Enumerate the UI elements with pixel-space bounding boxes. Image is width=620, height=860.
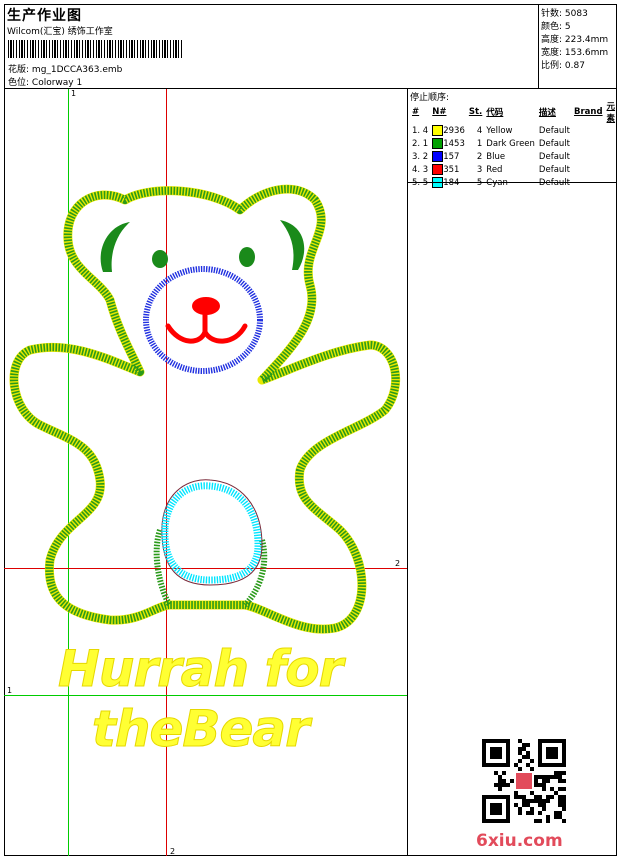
table-row: 3. 2 157 2 Blue Default: [410, 150, 617, 163]
color-swatch: [432, 125, 444, 136]
row-swatch: 351: [430, 163, 467, 176]
row-code: 2: [476, 151, 483, 162]
col-index: #: [412, 107, 420, 117]
right-ear-inner: [280, 220, 305, 270]
row-element: [572, 137, 605, 150]
row-swatch: 2936: [430, 124, 467, 137]
stop-sequence-panel: 停止顺序: # N# St. 代码 描述 Brand 元素 1. 4 2936 4 Y…: [407, 89, 617, 856]
stitch-count-cell: 1453: [443, 139, 465, 149]
row-brand: Default: [538, 151, 570, 162]
design-height: 高度: 223.4mm: [541, 35, 609, 45]
watermark: 6xiu.com: [476, 831, 563, 851]
design-width: 宽度: 153.6mm: [541, 48, 609, 58]
qr-code: [482, 739, 566, 823]
right-eye: [239, 247, 255, 267]
table-row: 2. 1 1453 1 Dark Green Default: [410, 137, 617, 150]
stop-sequence-table: # N# St. 代码 描述 Brand 元素 1. 4 2936 4 Yellow D…: [410, 100, 617, 189]
row-description: Yellow: [486, 125, 513, 136]
stitch-count: 针数: 5083: [541, 9, 588, 19]
left-eye: [152, 250, 168, 268]
row-brand: Default: [538, 164, 570, 175]
table-row: 1. 4 2936 4 Yellow Default: [410, 124, 617, 137]
col-brand: Brand: [573, 107, 603, 117]
table-divider: [408, 182, 616, 183]
left-ear-inner: [100, 222, 130, 272]
design-text-line2: theBear: [92, 700, 311, 759]
row-description: Red: [486, 164, 503, 175]
design-text-line1: Hurrah for: [57, 640, 343, 699]
color-swatch: [432, 164, 444, 175]
row-code: 4: [476, 125, 483, 136]
color-swatch: [432, 138, 444, 149]
row-element: [572, 163, 605, 176]
row-element: [572, 150, 605, 163]
stitch-count-cell: 2936: [443, 126, 465, 136]
row-description: Dark Green: [486, 138, 535, 149]
stitch-count-cell: 157: [443, 152, 460, 162]
col-element: 元素: [606, 102, 616, 124]
col-needle: N#: [432, 107, 447, 117]
bear-outline-yellow: [9, 184, 401, 634]
row-brand: Default: [538, 138, 570, 149]
row-index: 2. 1: [412, 138, 429, 149]
design-scale: 比例: 0.87: [541, 61, 585, 71]
row-index: 1. 4: [412, 125, 429, 136]
row-description: Blue: [486, 151, 506, 162]
stitch-count-cell: 184: [443, 178, 460, 188]
color-count: 颜色: 5: [541, 22, 571, 32]
row-element: [572, 124, 605, 137]
row-code: 1: [476, 138, 483, 149]
row-index: 3. 2: [412, 151, 429, 162]
color-swatch: [432, 151, 444, 162]
stats-panel: 针数: 5083 颜色: 5 高度: 223.4mm 宽度: 153.6mm 比…: [539, 4, 617, 89]
row-index: 4. 3: [412, 164, 429, 175]
row-code: 3: [476, 164, 483, 175]
table-header-row: # N# St. 代码 描述 Brand 元素: [410, 100, 617, 124]
stitch-count-cell: 351: [443, 165, 460, 175]
belly-cyan: [161, 482, 262, 584]
row-brand: Default: [538, 125, 570, 136]
col-code: 代码: [486, 108, 504, 118]
table-row: 4. 3 351 3 Red Default: [410, 163, 617, 176]
row-swatch: 157: [430, 150, 467, 163]
col-stitches: St.: [468, 107, 483, 117]
col-description: 描述: [538, 108, 556, 118]
mouth: [165, 309, 248, 344]
row-swatch: 1453: [430, 137, 467, 150]
